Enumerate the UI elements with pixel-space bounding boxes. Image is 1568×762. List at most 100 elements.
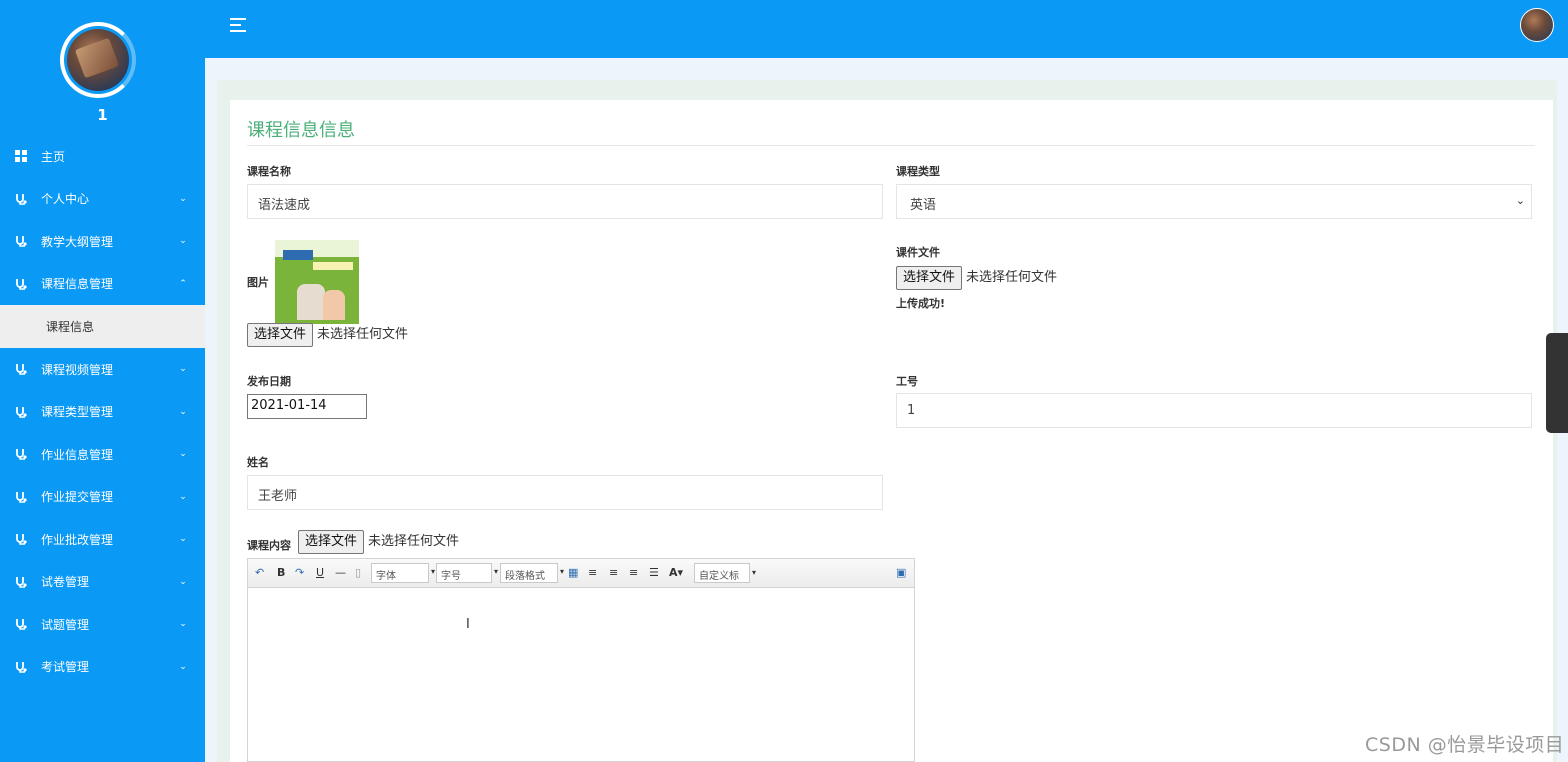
undo-icon[interactable]: ↶ xyxy=(255,565,264,581)
chevron-down-icon: ⌄ xyxy=(1515,194,1525,207)
stethoscope-icon xyxy=(14,532,28,546)
image-label: 图片 xyxy=(247,276,269,289)
sidebar-item-personal-center[interactable]: 个人中心 ⌄ xyxy=(0,178,205,221)
sidebar-item-label: 课程信息管理 xyxy=(41,277,114,292)
sidebar-item-syllabus[interactable]: 教学大纲管理 ⌄ xyxy=(0,220,205,263)
stethoscope-icon xyxy=(14,575,28,589)
font-color-icon[interactable]: A▾ xyxy=(669,565,683,581)
name-input[interactable]: 王老师 xyxy=(247,475,883,510)
custom-title-value: 自定义标题 xyxy=(699,571,739,582)
chevron-down-icon: ⌄ xyxy=(179,364,187,375)
sidebar-item-home[interactable]: 主页 xyxy=(0,135,205,178)
chevron-down-icon: ⌄ xyxy=(179,406,187,417)
sidebar-item-label: 作业批改管理 xyxy=(41,532,114,547)
font-size-value: 字号 xyxy=(441,571,461,582)
chevron-down-icon: ⌄ xyxy=(179,449,187,460)
align-left-icon[interactable]: ≡ xyxy=(588,565,597,581)
dropdown-caret-icon[interactable]: ▾ xyxy=(752,565,756,581)
publish-date-label: 发布日期 xyxy=(247,375,291,388)
menu-toggle-icon[interactable] xyxy=(230,18,248,32)
fullscreen-icon[interactable]: ▣ xyxy=(896,565,906,581)
chevron-down-icon: ⌄ xyxy=(179,534,187,545)
paragraph-format-value: 段落格式 xyxy=(505,571,545,582)
stethoscope-icon xyxy=(14,490,28,504)
sidebar-item-label: 主页 xyxy=(41,149,66,164)
sidebar-item-exam[interactable]: 考试管理 ⌄ xyxy=(0,646,205,689)
submenu-item-course-info[interactable]: 课程信息 xyxy=(0,305,205,348)
profile-name: 1 xyxy=(97,106,108,124)
top-bar xyxy=(205,0,1568,58)
content-file-button[interactable]: 选择文件 xyxy=(298,530,365,554)
underline-icon[interactable]: U xyxy=(316,565,324,581)
page-title: 课程信息信息 xyxy=(247,120,355,141)
chevron-down-icon: ⌄ xyxy=(179,576,187,587)
stethoscope-icon xyxy=(14,192,28,206)
sidebar: 1 主页 个人中心 ⌄ 教学大纲管理 ⌄ 课程信息管理 ⌃ 课程信息 课程视频管… xyxy=(0,0,205,762)
custom-title-dropdown[interactable]: 自定义标题 xyxy=(694,563,750,583)
publish-date-input[interactable]: 2021-01-14 xyxy=(247,394,367,419)
align-right-icon[interactable]: ≡ xyxy=(609,565,618,581)
sidebar-item-label: 教学大纲管理 xyxy=(41,234,114,249)
stethoscope-icon xyxy=(14,362,28,376)
stethoscope-icon xyxy=(14,277,28,291)
dashboard-icon xyxy=(14,149,28,163)
rich-text-editor[interactable]: ↶ B ↷ U — ▯ 字体 ▾ 字号 ▾ 段落格式 ▾ ▦ ≡ ≡ ≡ ☰ A… xyxy=(247,558,915,762)
staff-id-input[interactable]: 1 xyxy=(896,393,1532,428)
horizontal-rule-icon[interactable]: — xyxy=(335,565,346,581)
upload-success-text: 上传成功! xyxy=(896,297,946,310)
form-card: 课程信息信息 课程名称 语法速成 课程类型 英语 ⌄ 图片 选择文件 未选择任何… xyxy=(230,100,1553,762)
course-type-label: 课程类型 xyxy=(896,165,940,178)
sidebar-item-label: 个人中心 xyxy=(41,192,90,207)
sidebar-item-label: 课程类型管理 xyxy=(41,405,114,420)
stethoscope-icon xyxy=(14,234,28,248)
sidebar-item-questions[interactable]: 试题管理 ⌄ xyxy=(0,603,205,646)
side-settings-tab[interactable] xyxy=(1546,333,1568,433)
courseware-label: 课件文件 xyxy=(896,246,940,259)
course-cover-image xyxy=(275,240,359,324)
sidebar-item-label: 试卷管理 xyxy=(41,575,90,590)
paragraph-format-dropdown[interactable]: 段落格式 ▾ xyxy=(500,563,564,583)
dropdown-caret-icon: ▾ xyxy=(493,567,498,576)
table-icon[interactable]: ▦ xyxy=(568,565,578,581)
user-avatar[interactable] xyxy=(1520,8,1554,42)
dropdown-caret-icon: ▾ xyxy=(430,567,435,576)
redo-icon[interactable]: ↷ xyxy=(295,565,304,581)
bold-icon[interactable]: B xyxy=(277,565,285,581)
font-size-dropdown[interactable]: 字号 ▾ xyxy=(436,563,498,583)
image-file-button[interactable]: 选择文件 xyxy=(247,323,314,347)
chevron-down-icon: ⌄ xyxy=(179,193,187,204)
sidebar-item-homework-grading[interactable]: 作业批改管理 ⌄ xyxy=(0,518,205,561)
name-label: 姓名 xyxy=(247,456,269,469)
sidebar-item-homework-submit[interactable]: 作业提交管理 ⌄ xyxy=(0,476,205,519)
staff-id-label: 工号 xyxy=(896,375,918,388)
course-name-input[interactable]: 语法速成 xyxy=(247,184,883,219)
editor-toolbar: ↶ B ↷ U — ▯ 字体 ▾ 字号 ▾ 段落格式 ▾ ▦ ≡ ≡ ≡ ☰ A… xyxy=(248,559,914,588)
sidebar-item-label: 作业提交管理 xyxy=(41,490,114,505)
document-icon[interactable]: ▯ xyxy=(355,565,361,581)
image-file-status: 未选择任何文件 xyxy=(317,327,409,342)
stethoscope-icon xyxy=(14,405,28,419)
divider xyxy=(247,145,1535,146)
content-label: 课程内容 xyxy=(247,539,291,552)
avatar[interactable] xyxy=(67,29,129,91)
sidebar-item-label: 试题管理 xyxy=(41,617,90,632)
sidebar-item-homework-info[interactable]: 作业信息管理 ⌄ xyxy=(0,433,205,476)
sidebar-item-course-type[interactable]: 课程类型管理 ⌄ xyxy=(0,391,205,434)
sidebar-item-exam-paper[interactable]: 试卷管理 ⌄ xyxy=(0,561,205,604)
course-type-value: 英语 xyxy=(910,198,937,213)
font-family-dropdown[interactable]: 字体 ▾ xyxy=(371,563,435,583)
sidebar-menu: 主页 个人中心 ⌄ 教学大纲管理 ⌄ 课程信息管理 ⌃ 课程信息 课程视频管理 … xyxy=(0,135,205,688)
course-type-select[interactable]: 英语 ⌄ xyxy=(896,184,1532,219)
align-center-icon[interactable]: ≡ xyxy=(629,565,638,581)
courseware-file-button[interactable]: 选择文件 xyxy=(896,266,963,290)
sidebar-item-course-video[interactable]: 课程视频管理 ⌄ xyxy=(0,348,205,391)
dropdown-caret-icon: ▾ xyxy=(559,567,564,576)
sidebar-item-course-info[interactable]: 课程信息管理 ⌃ xyxy=(0,263,205,306)
sidebar-item-label: 考试管理 xyxy=(41,660,90,675)
course-name-label: 课程名称 xyxy=(247,165,291,178)
stethoscope-icon xyxy=(14,617,28,631)
watermark: CSDN @怡景毕设项目 xyxy=(1365,734,1565,756)
courseware-file-status: 未选择任何文件 xyxy=(966,270,1058,285)
align-justify-icon[interactable]: ☰ xyxy=(649,565,659,581)
sidebar-item-label: 课程视频管理 xyxy=(41,362,114,377)
